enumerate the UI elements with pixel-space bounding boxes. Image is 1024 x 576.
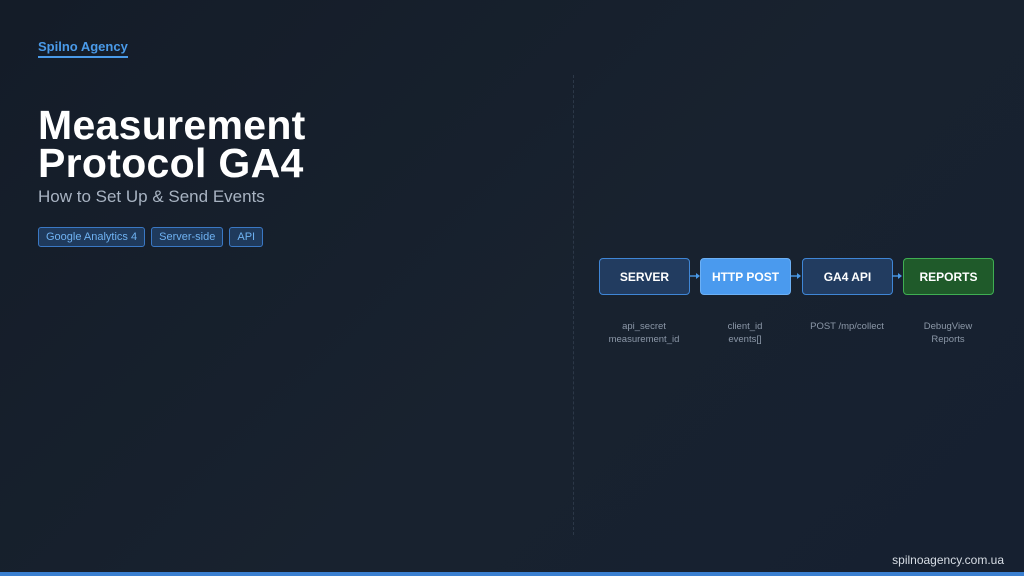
caption-line: api_secret (622, 321, 666, 332)
brand-logo-text: Spilno Agency (38, 39, 128, 58)
title-line-2: Protocol GA4 (38, 140, 304, 186)
caption-line: DebugView (923, 321, 973, 332)
arrow-right-icon (892, 273, 902, 279)
flow-node-label: GA4 API (823, 269, 872, 284)
tag-server-side: Server-side (151, 227, 224, 247)
caption-reports: DebugView Reports (893, 320, 1003, 346)
page-title: Measurement Protocol GA4 (38, 102, 306, 186)
flow-node-label: SERVER (619, 269, 670, 284)
caption-server: api_secret measurement_id (589, 320, 699, 346)
flow-node-reports: REPORTS (903, 258, 994, 295)
flow-node-label: REPORTS (919, 269, 978, 284)
arrow-right-icon (791, 273, 801, 279)
footer-website-url: spilnoagency.com.ua (892, 553, 1004, 567)
caption-http-post: client_id events[] (690, 320, 800, 346)
title-line-1: Measurement (38, 102, 306, 148)
caption-line: events[] (728, 334, 762, 345)
caption-line: measurement_id (608, 334, 680, 345)
caption-line: POST /mp/collect (810, 321, 884, 332)
flow-node-label: HTTP POST (711, 269, 780, 284)
caption-line: Reports (931, 334, 965, 345)
page-subtitle: How to Set Up & Send Events (38, 187, 265, 206)
caption-line: client_id (727, 321, 763, 332)
vertical-divider (573, 75, 574, 535)
bottom-accent-bar (0, 572, 1024, 576)
tag-google-analytics: Google Analytics 4 (38, 227, 146, 247)
tag-api: API (229, 227, 264, 247)
flow-node-server: SERVER (599, 258, 690, 295)
arrow-right-icon (690, 273, 700, 279)
flow-node-ga4-api: GA4 API (802, 258, 893, 295)
caption-ga4-api: POST /mp/collect (792, 320, 902, 333)
tag-list: Google Analytics 4 Server-side API (38, 227, 264, 247)
flow-node-http-post: HTTP POST (700, 258, 791, 295)
